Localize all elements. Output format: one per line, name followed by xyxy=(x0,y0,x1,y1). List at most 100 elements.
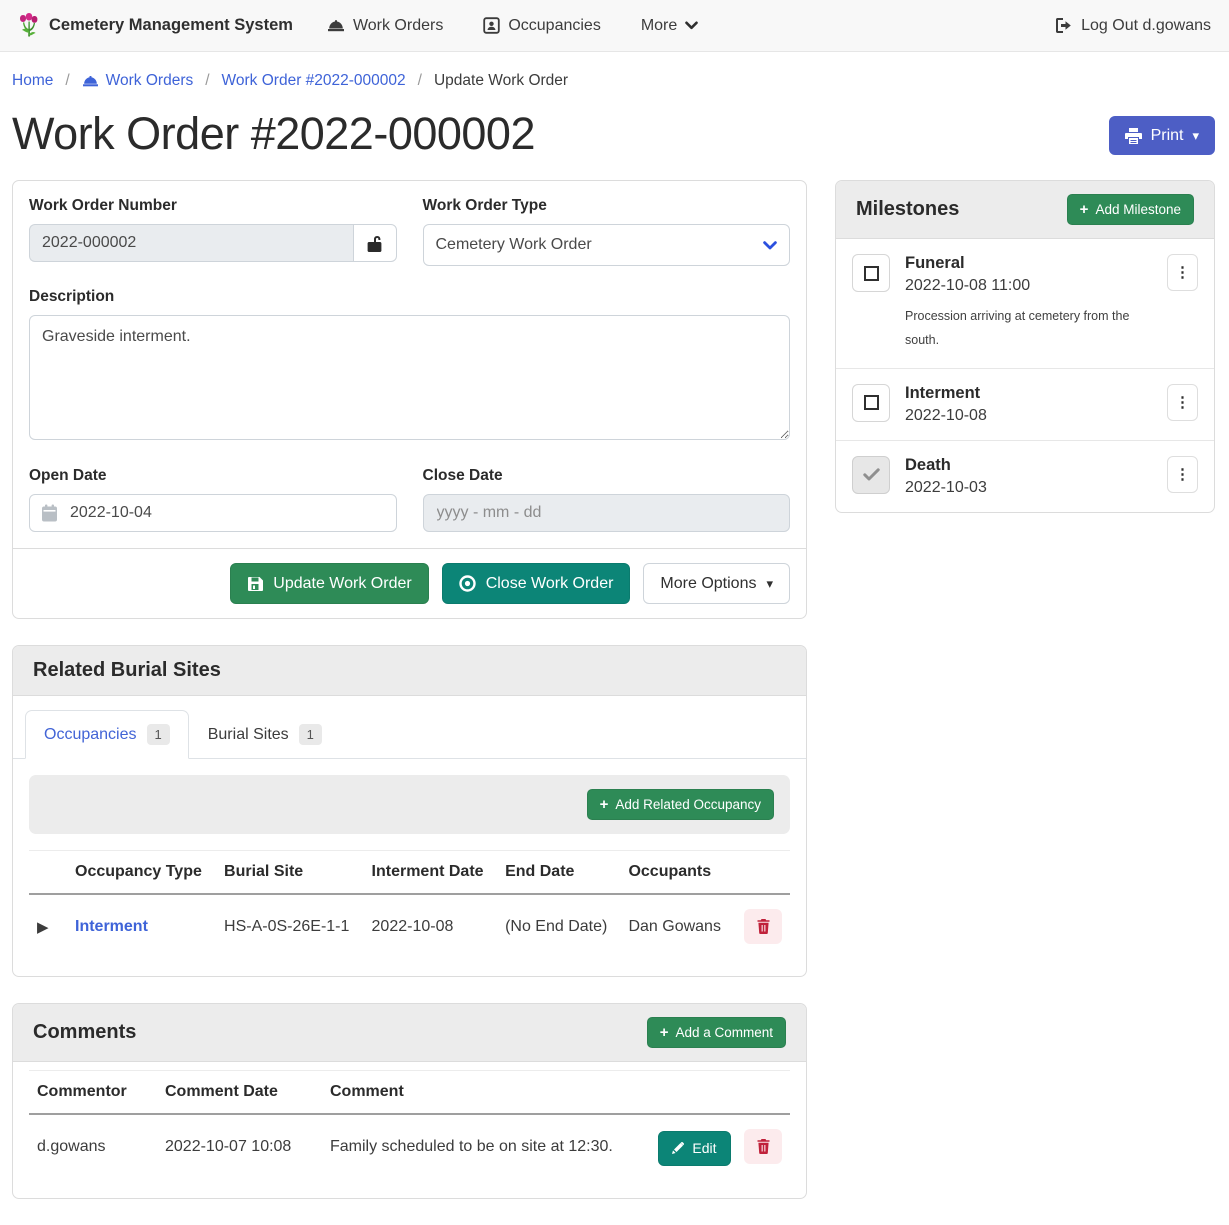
open-date-field: Open Date xyxy=(29,467,397,532)
update-work-order-button[interactable]: Update Work Order xyxy=(230,563,428,604)
milestone-date: 2022-10-08 11:00 xyxy=(905,277,1167,295)
close-work-order-button[interactable]: Close Work Order xyxy=(442,563,631,604)
nav-more[interactable]: More xyxy=(641,17,698,35)
main-column: Work Order Number xyxy=(12,180,807,1225)
milestone-description: Procession arriving at cemetery from the… xyxy=(905,305,1133,353)
related-tabs: Occupancies 1 Burial Sites 1 xyxy=(13,696,806,759)
milestone-body: Interment 2022-10-08 xyxy=(905,384,1167,425)
col-actions xyxy=(734,851,790,895)
breadcrumb-home[interactable]: Home xyxy=(12,72,53,90)
col-commentor: Commentor xyxy=(29,1071,157,1115)
printer-icon xyxy=(1125,128,1142,144)
work-order-type-select[interactable]: Cemetery Work Order xyxy=(423,224,791,266)
logout-button[interactable]: Log Out d.gowans xyxy=(1055,17,1211,35)
milestones-card: Milestones + Add Milestone Funeral 2022-… xyxy=(835,180,1215,513)
add-related-occupancy-button[interactable]: + Add Related Occupancy xyxy=(587,789,774,820)
nav-items: Work Orders Occupancies More xyxy=(327,17,698,35)
record-circle-icon xyxy=(459,575,476,592)
comments-table-header-row: Commentor Comment Date Comment xyxy=(29,1071,790,1115)
more-options-button[interactable]: More Options ▾ xyxy=(643,563,790,604)
description-field: Description xyxy=(29,288,790,445)
milestone-title: Interment xyxy=(905,384,1167,403)
close-date-input[interactable] xyxy=(423,494,791,532)
hard-hat-icon xyxy=(327,18,345,33)
app-brand[interactable]: Cemetery Management System xyxy=(18,13,293,39)
description-label: Description xyxy=(29,288,790,306)
logout-icon xyxy=(1055,18,1072,33)
save-icon xyxy=(247,576,263,592)
comments-table: Commentor Comment Date Comment d.gowans … xyxy=(29,1070,790,1180)
more-options-label: More Options xyxy=(660,575,756,593)
comment-date-value: 2022-10-07 10:08 xyxy=(157,1114,322,1180)
caret-down-icon: ▾ xyxy=(1192,129,1199,142)
edit-comment-button[interactable]: Edit xyxy=(658,1131,730,1166)
milestone-menu-button[interactable]: ⋮ xyxy=(1167,384,1198,421)
breadcrumb-work-orders[interactable]: Work Orders xyxy=(82,72,194,90)
pencil-icon xyxy=(672,1142,684,1154)
related-burial-sites-title: Related Burial Sites xyxy=(33,659,221,682)
milestone-item-interment: Interment 2022-10-08 ⋮ xyxy=(836,369,1214,441)
milestone-title: Death xyxy=(905,456,1167,475)
milestone-title: Funeral xyxy=(905,254,1167,273)
checkbox-unchecked-icon xyxy=(864,395,879,410)
tab-occupancies[interactable]: Occupancies 1 xyxy=(25,710,189,759)
occupancy-type-link[interactable]: Interment xyxy=(75,918,148,935)
occupants-value: Dan Gowans xyxy=(620,894,733,958)
milestone-checkbox-interment[interactable] xyxy=(852,384,890,422)
chevron-down-icon xyxy=(763,241,777,250)
work-order-form-card: Work Order Number xyxy=(12,180,807,619)
chevron-down-icon xyxy=(685,21,698,30)
breadcrumb-separator: / xyxy=(205,72,209,90)
print-button[interactable]: Print ▾ xyxy=(1109,116,1215,155)
plus-icon: + xyxy=(600,797,609,812)
milestone-checkbox-funeral[interactable] xyxy=(852,254,890,292)
trash-icon xyxy=(757,1139,770,1154)
work-order-number-input[interactable] xyxy=(29,224,353,262)
description-textarea[interactable] xyxy=(29,315,790,440)
nav-occupancies-label: Occupancies xyxy=(508,17,601,35)
milestone-date: 2022-10-03 xyxy=(905,479,1167,497)
add-milestone-button[interactable]: + Add Milestone xyxy=(1067,194,1194,225)
breadcrumb-separator: / xyxy=(418,72,422,90)
hard-hat-icon xyxy=(82,74,99,88)
milestone-date: 2022-10-08 xyxy=(905,407,1167,425)
burial-site-value: HS-A-0S-26E-1-1 xyxy=(216,894,363,958)
related-burial-sites-header: Related Burial Sites xyxy=(13,646,806,696)
add-comment-label: Add a Comment xyxy=(675,1025,773,1040)
title-row: Work Order #2022-000002 Print ▾ xyxy=(0,98,1229,180)
tulip-logo-icon xyxy=(18,13,40,39)
tab-burial-sites[interactable]: Burial Sites 1 xyxy=(189,710,341,759)
comments-title: Comments xyxy=(33,1021,136,1044)
delete-occupancy-button[interactable] xyxy=(744,909,782,944)
nav-work-orders[interactable]: Work Orders xyxy=(327,17,443,35)
delete-comment-button[interactable] xyxy=(744,1129,782,1164)
expand-row-icon[interactable]: ▶ xyxy=(29,894,67,958)
open-date-input[interactable] xyxy=(29,494,397,532)
milestone-checkbox-death[interactable] xyxy=(852,456,890,494)
nav-occupancies[interactable]: Occupancies xyxy=(483,17,601,35)
update-work-order-label: Update Work Order xyxy=(273,575,411,593)
comments-header: Comments + Add a Comment xyxy=(13,1004,806,1062)
breadcrumb-work-orders-label: Work Orders xyxy=(106,72,194,90)
milestone-menu-button[interactable]: ⋮ xyxy=(1167,254,1198,291)
work-order-number-field: Work Order Number xyxy=(29,197,397,266)
nav-more-label: More xyxy=(641,17,677,35)
unlock-button[interactable] xyxy=(353,224,396,262)
breadcrumb-work-order-number[interactable]: Work Order #2022-000002 xyxy=(222,72,406,90)
occupant-frame-icon xyxy=(483,17,500,34)
col-comment-actions xyxy=(641,1071,790,1115)
work-order-form: Work Order Number xyxy=(13,181,806,548)
col-interment-date: Interment Date xyxy=(364,851,498,895)
col-end-date: End Date xyxy=(497,851,620,895)
tab-occupancies-count-badge: 1 xyxy=(147,724,170,745)
comment-row: d.gowans 2022-10-07 10:08 Family schedul… xyxy=(29,1114,790,1180)
work-order-type-value: Cemetery Work Order xyxy=(436,236,592,254)
col-comment-date: Comment Date xyxy=(157,1071,322,1115)
milestone-menu-button[interactable]: ⋮ xyxy=(1167,456,1198,493)
milestone-body: Death 2022-10-03 xyxy=(905,456,1167,497)
milestone-item-funeral: Funeral 2022-10-08 11:00 Procession arri… xyxy=(836,239,1214,369)
related-burial-sites-card: Related Burial Sites Occupancies 1 Buria… xyxy=(12,645,807,977)
breadcrumb: Home / Work Orders / Work Order #2022-00… xyxy=(0,52,1229,98)
add-comment-button[interactable]: + Add a Comment xyxy=(647,1017,786,1048)
milestone-body: Funeral 2022-10-08 11:00 Procession arri… xyxy=(905,254,1167,353)
